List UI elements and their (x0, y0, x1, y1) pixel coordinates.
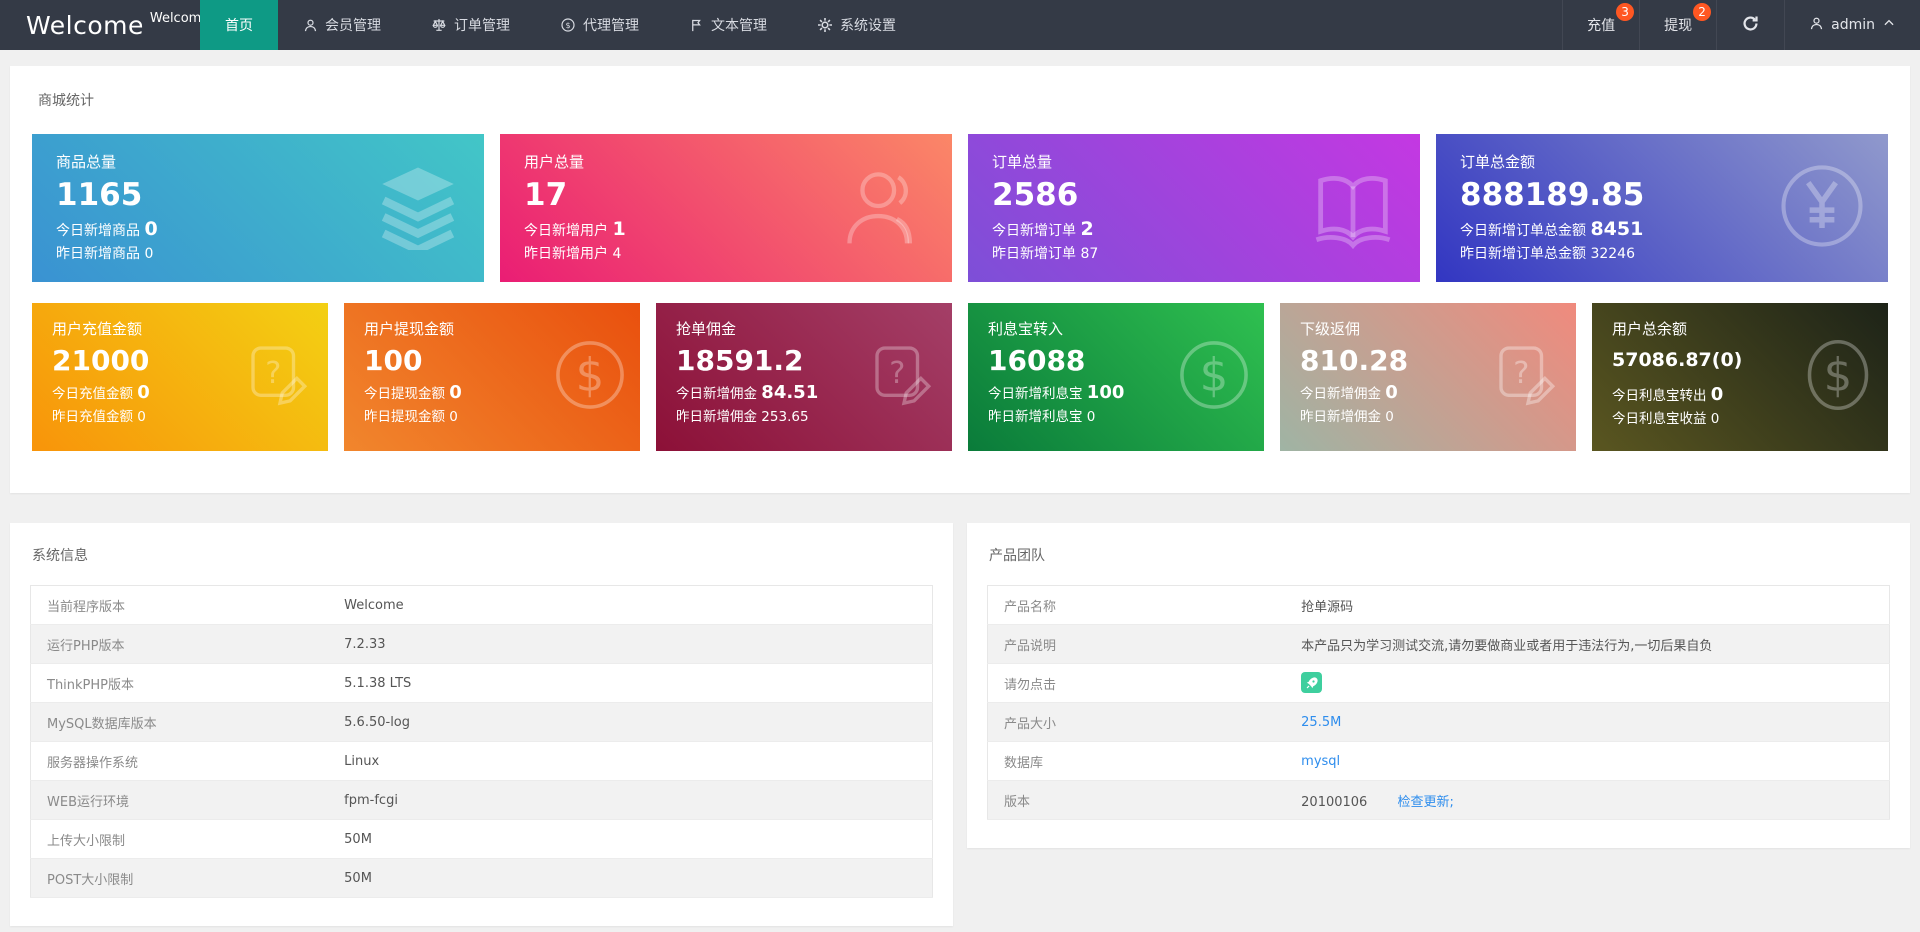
table-row: WEB运行环境 fpm-fcgi (30, 780, 933, 820)
table-row: MySQL数据库版本 5.6.50-log (30, 702, 933, 742)
withdraw-badge: 2 (1693, 3, 1712, 21)
navbar-right: 充值 3 提现 2 admin (1562, 0, 1920, 50)
table-row: 数据库 mysql (987, 741, 1890, 781)
table-row: 产品名称 抢单源码 (987, 585, 1890, 625)
check-update-link[interactable]: 检查更新; (1397, 795, 1453, 810)
flag-icon (689, 18, 704, 33)
rocket-icon[interactable] (1301, 672, 1323, 694)
gear-icon (817, 17, 833, 33)
svg-text:$: $ (565, 21, 570, 30)
nav-item-orders[interactable]: 订单管理 (406, 0, 535, 50)
edit-doc-icon: ? (868, 339, 940, 415)
database-link[interactable]: mysql (1301, 754, 1340, 769)
nav-item-label: 首页 (225, 18, 253, 34)
stat-card-order-amount: 订单总金额 888189.85 今日新增订单总金额 8451 昨日新增订单总金额… (1436, 134, 1888, 282)
stat-card-withdraw: 用户提现金额 100 今日提现金额 0 昨日提现金额 0 $ (344, 303, 640, 451)
top-navbar: Welcome Welcome 首页 会员管理 订单管理 $ 代理管理 文本管理… (0, 0, 1920, 50)
admin-menu[interactable]: admin (1784, 0, 1920, 50)
dollar-circle-icon: $ (1176, 337, 1252, 417)
stat-card-products: 商品总量 1165 今日新增商品 0 昨日新增商品 0 (32, 134, 484, 282)
layers-icon (374, 162, 462, 255)
svg-text:$: $ (1824, 348, 1853, 401)
stat-card-sub-rebate: 下级返佣 810.28 今日新增佣金 0 昨日新增佣金 0 ? (1280, 303, 1576, 451)
withdraw-label: 提现 (1664, 18, 1693, 34)
table-row: 产品说明 本产品只为学习测试交流,请勿要做商业或者用于违法行为,一切后果自负 (987, 624, 1890, 664)
product-team-table: 产品名称 抢单源码 产品说明 本产品只为学习测试交流,请勿要做商业或者用于违法行为,… (987, 585, 1890, 820)
recharge-button[interactable]: 充值 3 (1562, 0, 1639, 50)
nav-item-label: 系统设置 (840, 18, 896, 34)
system-info-panel: 系统信息 当前程序版本 Welcome 运行PHP版本 7.2.33 ThinkPH… (10, 523, 953, 926)
product-team-title: 产品团队 (989, 548, 1045, 564)
stats-row-2: 用户充值金额 21000 今日充值金额 0 昨日充值金额 0 ? 用户提现金额 … (32, 303, 1888, 451)
logo-text: Welcome (26, 10, 144, 40)
table-row: 服务器操作系统 Linux (30, 741, 933, 781)
dollar-circle-icon: $ (560, 17, 576, 33)
stat-card-recharge: 用户充值金额 21000 今日充值金额 0 昨日充值金额 0 ? (32, 303, 328, 451)
refresh-button[interactable] (1716, 0, 1784, 50)
svg-text:$: $ (1200, 348, 1229, 401)
stats-panel-title: 商城统计 (38, 93, 94, 109)
admin-username: admin (1831, 17, 1875, 33)
main-nav: 首页 会员管理 订单管理 $ 代理管理 文本管理 系统设置 (200, 0, 921, 50)
system-info-title: 系统信息 (32, 548, 88, 564)
recharge-label: 充值 (1587, 18, 1616, 34)
version-number: 20100106 (1301, 794, 1368, 810)
mall-stats-panel: 商城统计 商品总量 1165 今日新增商品 0 昨日新增商品 0 用户总量 17… (10, 66, 1910, 493)
system-info-table: 当前程序版本 Welcome 运行PHP版本 7.2.33 ThinkPHP版本 5.… (30, 585, 933, 898)
user-icon (303, 18, 318, 33)
edit-doc-icon: ? (244, 339, 316, 415)
nav-item-label: 代理管理 (583, 18, 639, 34)
svg-text:?: ? (889, 356, 905, 391)
table-row: 运行PHP版本 7.2.33 (30, 624, 933, 664)
table-row: 版本 20100106 检查更新; (987, 780, 1890, 820)
stat-card-interest-in: 利息宝转入 16088 今日新增利息宝 100 昨日新增利息宝 0 $ (968, 303, 1264, 451)
scales-icon (431, 17, 447, 33)
chevron-up-icon (1882, 16, 1896, 34)
recharge-badge: 3 (1616, 3, 1635, 21)
yen-circle-icon (1778, 162, 1866, 254)
svg-text:?: ? (1513, 356, 1529, 391)
table-row: 产品大小 25.5M (987, 702, 1890, 742)
withdraw-button[interactable]: 提现 2 (1639, 0, 1716, 50)
product-size-link[interactable]: 25.5M (1301, 715, 1341, 730)
nav-item-label: 订单管理 (454, 18, 510, 34)
product-team-panel: 产品团队 产品名称 抢单源码 产品说明 本产品只为学习测试交流,请勿要做商业或者用于… (967, 523, 1910, 848)
svg-text:?: ? (265, 356, 281, 391)
table-row: 当前程序版本 Welcome (30, 585, 933, 625)
nav-item-home[interactable]: 首页 (200, 0, 278, 50)
nav-item-label: 文本管理 (711, 18, 767, 34)
svg-text:$: $ (576, 348, 605, 401)
stat-card-total-balance: 用户总余额 57086.87(0) 今日利息宝转出 0 今日利息宝收益 0 $ (1592, 303, 1888, 451)
nav-item-label: 会员管理 (325, 18, 381, 34)
nav-item-members[interactable]: 会员管理 (278, 0, 406, 50)
refresh-icon (1741, 14, 1760, 37)
nav-item-agents[interactable]: $ 代理管理 (535, 0, 664, 50)
stat-card-grab-commission: 抢单佣金 18591.2 今日新增佣金 84.51 昨日新增佣金 253.65 … (656, 303, 952, 451)
book-icon (1308, 161, 1398, 255)
stats-row-1: 商品总量 1165 今日新增商品 0 昨日新增商品 0 用户总量 17 今日新增… (32, 134, 1888, 282)
bottom-panels: 系统信息 当前程序版本 Welcome 运行PHP版本 7.2.33 ThinkPH… (10, 523, 1910, 926)
table-row: 请勿点击 (987, 663, 1890, 703)
user-icon (1809, 16, 1824, 35)
users-icon (838, 160, 930, 256)
nav-item-text[interactable]: 文本管理 (664, 0, 792, 50)
stat-card-users: 用户总量 17 今日新增用户 1 昨日新增用户 4 (500, 134, 952, 282)
app-logo: Welcome Welcome (0, 0, 209, 50)
table-row: POST大小限制 50M (30, 858, 933, 898)
table-row: ThinkPHP版本 5.1.38 LTS (30, 663, 933, 703)
stat-card-orders: 订单总量 2586 今日新增订单 2 昨日新增订单 87 (968, 134, 1420, 282)
nav-item-settings[interactable]: 系统设置 (792, 0, 921, 50)
dollar-circle-icon: $ (552, 337, 628, 417)
dollar-circle-icon: $ (1800, 337, 1876, 417)
table-row: 上传大小限制 50M (30, 819, 933, 859)
edit-doc-icon: ? (1492, 339, 1564, 415)
